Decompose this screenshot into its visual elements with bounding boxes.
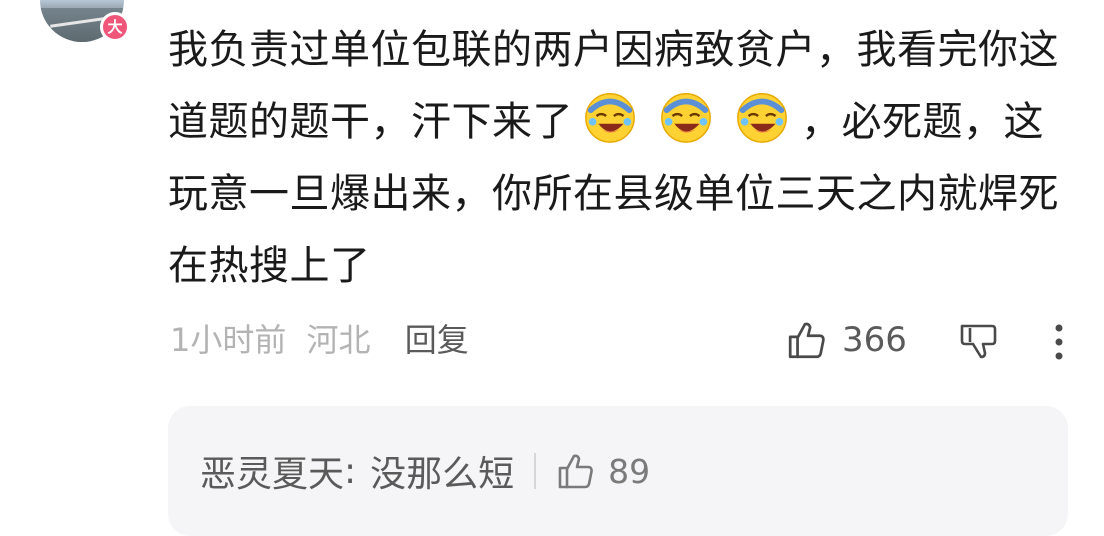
thumbs-up-icon	[558, 454, 594, 489]
more-options-button[interactable]	[1044, 322, 1074, 362]
reply-separator: :	[344, 450, 357, 492]
laughing-crying-emoji-icon	[661, 93, 711, 143]
reply-button[interactable]: 回复	[405, 321, 469, 359]
reply-preview-line: 恶灵夏天: 没那么短 89	[200, 446, 650, 496]
comment-meta: 1小时前 河北 回复	[170, 318, 469, 362]
reply-like-count: 89	[608, 451, 651, 491]
thumbs-down-icon	[960, 324, 997, 359]
user-level-badge: 大	[100, 12, 130, 42]
reply-author[interactable]: 恶灵夏天	[200, 445, 344, 497]
thumbs-up-icon	[788, 322, 825, 359]
comment-location: 河北	[306, 321, 371, 359]
comment-text: 我负责过单位包联的两户因病致贫户，我看完你这道题的题干，汗下来了 ，必死题，这玩…	[168, 14, 1076, 302]
dislike-button[interactable]	[956, 320, 1000, 364]
laughing-crying-emoji-icon	[585, 93, 635, 143]
reply-text: 没那么短	[370, 454, 515, 495]
like-button[interactable]: 366	[786, 318, 907, 362]
laughing-crying-emoji-icon	[737, 93, 787, 143]
like-count: 366	[842, 320, 907, 360]
reply-like-button[interactable]: 89	[556, 451, 650, 491]
reply-divider	[534, 453, 537, 489]
comment-time: 1小时前	[170, 321, 287, 359]
more-vertical-icon	[1055, 324, 1063, 360]
